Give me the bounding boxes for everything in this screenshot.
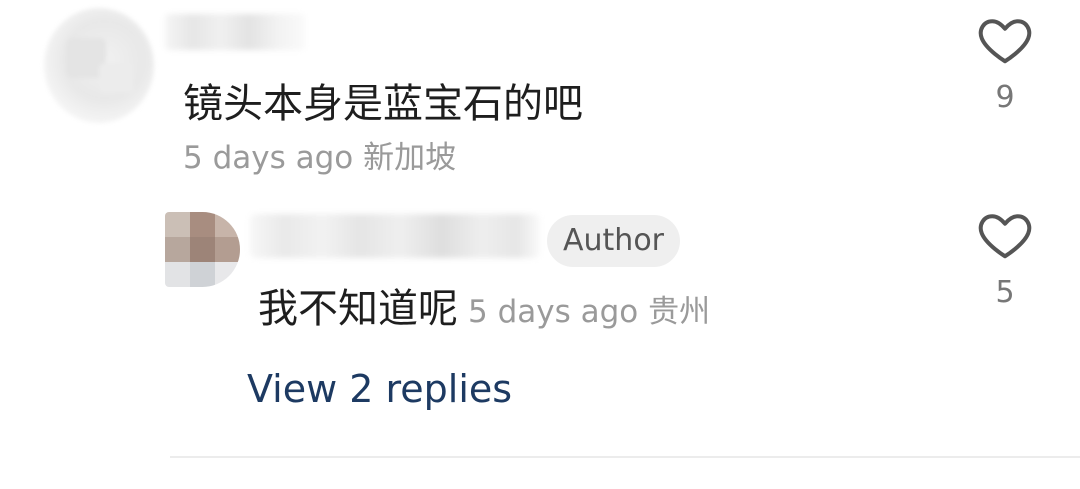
comment-like-count: 9 — [995, 80, 1015, 115]
commenter-username-blurred[interactable] — [165, 14, 305, 50]
commenter-avatar[interactable] — [44, 8, 154, 123]
author-username-blurred[interactable] — [250, 214, 540, 258]
comment-like-button[interactable] — [975, 10, 1035, 70]
heart-outline-icon — [978, 19, 1032, 64]
comment-text: 镜头本身是蓝宝石的吧 — [183, 81, 583, 127]
heart-outline-icon — [978, 214, 1032, 259]
divider — [170, 456, 1080, 458]
comment-meta: 5 days ago 新加坡 — [183, 140, 457, 176]
view-replies-link[interactable]: View 2 replies — [247, 364, 512, 414]
reply-like-button[interactable] — [975, 205, 1035, 265]
reply-line: 我不知道呢 5 days ago 贵州 — [258, 284, 710, 342]
reply-meta: 5 days ago 贵州 — [468, 294, 711, 330]
author-avatar[interactable] — [165, 212, 240, 287]
reply-like-count: 5 — [995, 275, 1015, 310]
reply-text: 我不知道呢 — [258, 286, 458, 332]
author-badge: Author — [547, 215, 681, 267]
